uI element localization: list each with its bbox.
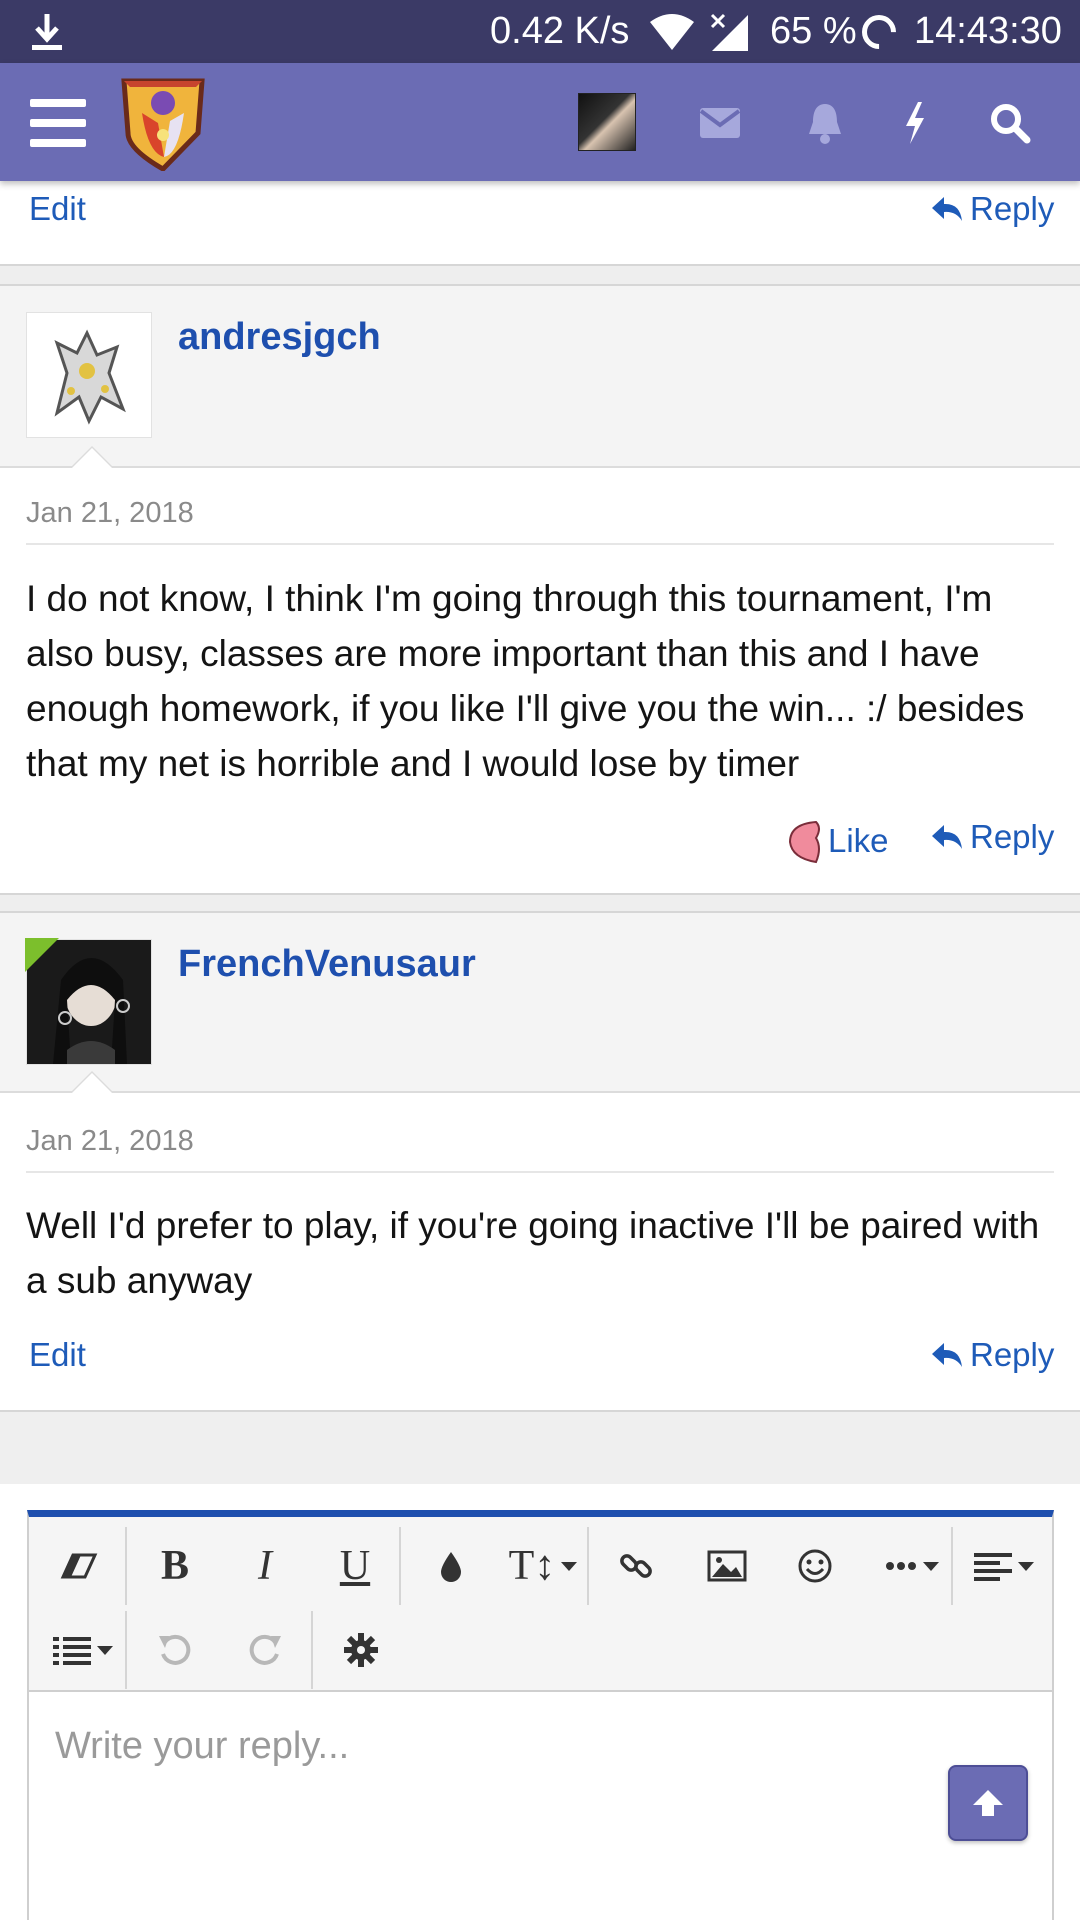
list-icon: [53, 1637, 91, 1665]
signal-icon: [708, 0, 750, 63]
color-drop-icon[interactable]: [411, 1531, 491, 1601]
online-badge: [25, 938, 59, 972]
section-separator: [0, 1410, 1080, 1484]
redo-icon[interactable]: [225, 1615, 305, 1685]
edit-link[interactable]: Edit: [29, 1336, 86, 1374]
menu-icon[interactable]: [30, 99, 86, 147]
post-body: I do not know, I think I'm going through…: [26, 578, 1025, 784]
gear-icon[interactable]: [321, 1615, 401, 1685]
download-icon: [30, 0, 64, 63]
bolt-icon[interactable]: [885, 93, 945, 153]
reply-label: Reply: [970, 818, 1055, 855]
reply-editor: B I U T↕ Write your reply...: [27, 1510, 1054, 1920]
search-icon[interactable]: [980, 93, 1040, 153]
reply-link[interactable]: Reply: [930, 1336, 1054, 1374]
arrow-up-icon: [973, 1790, 1003, 1816]
chevron-down-icon: [97, 1645, 113, 1655]
toolbar-separator: [125, 1611, 127, 1689]
reply-link[interactable]: Reply: [930, 818, 1054, 856]
italic-button[interactable]: I: [225, 1531, 305, 1601]
site-logo[interactable]: [118, 73, 208, 173]
divider: [26, 543, 1054, 545]
scroll-to-top-button[interactable]: [948, 1765, 1028, 1841]
like-label: Like: [828, 822, 889, 859]
image-icon[interactable]: [687, 1531, 767, 1601]
battery-level: 65 %: [770, 10, 857, 52]
network-speed: 0.42 K/s: [490, 10, 630, 52]
toolbar-separator: [951, 1527, 953, 1605]
bell-icon[interactable]: [795, 93, 855, 153]
undo-icon[interactable]: [135, 1615, 215, 1685]
bold-button[interactable]: B: [135, 1531, 215, 1601]
post-username[interactable]: FrenchVenusaur: [178, 943, 476, 986]
post-user-header: FrenchVenusaur: [0, 913, 1080, 1093]
post-date[interactable]: Jan 21, 2018: [26, 1125, 194, 1158]
like-link[interactable]: Like: [786, 818, 889, 864]
toolbar-separator: [125, 1527, 127, 1605]
status-bar: 0.42 K/s 65 % 14:43:30: [0, 0, 1080, 63]
chevron-down-icon: [1018, 1561, 1034, 1571]
reply-label: Reply: [970, 190, 1055, 227]
post-date[interactable]: Jan 21, 2018: [26, 497, 194, 530]
reply-icon: [932, 197, 962, 221]
toolbar-separator: [587, 1527, 589, 1605]
reply-input[interactable]: Write your reply...: [55, 1725, 349, 1768]
text-size-label: T↕: [508, 1543, 556, 1589]
reply-link[interactable]: Reply: [930, 190, 1054, 228]
avatar[interactable]: [25, 938, 152, 1065]
heart-icon: [788, 820, 820, 864]
toolbar-separator: [399, 1527, 401, 1605]
post-body: Well I'd prefer to play, if you're going…: [26, 1205, 1040, 1301]
avatar[interactable]: [26, 312, 152, 438]
clock: 14:43:30: [914, 10, 1062, 52]
align-button[interactable]: [959, 1531, 1049, 1601]
sync-icon: [854, 0, 904, 63]
smiley-icon[interactable]: [775, 1531, 855, 1601]
more-options-button[interactable]: [865, 1531, 959, 1601]
pointer-arrow: [70, 446, 114, 468]
post-separator: [0, 893, 1080, 913]
post-username[interactable]: andresjgch: [178, 316, 381, 359]
mail-icon[interactable]: [690, 93, 750, 153]
divider: [26, 1171, 1054, 1173]
editor-toolbar: B I U T↕: [29, 1517, 1052, 1692]
chevron-down-icon: [561, 1561, 578, 1571]
align-left-icon: [974, 1553, 1012, 1581]
list-button[interactable]: [39, 1615, 127, 1685]
chevron-down-icon: [923, 1561, 939, 1571]
wifi-icon: [648, 0, 696, 63]
eraser-icon[interactable]: [39, 1531, 119, 1601]
edit-link[interactable]: Edit: [29, 190, 86, 228]
reply-icon: [932, 825, 962, 849]
user-avatar[interactable]: [578, 93, 636, 151]
pointer-arrow: [70, 1071, 114, 1093]
app-header: [0, 63, 1080, 181]
post-separator: [0, 264, 1080, 286]
reply-icon: [932, 1343, 962, 1367]
reply-label: Reply: [970, 1336, 1055, 1373]
text-size-button[interactable]: T↕: [499, 1531, 587, 1601]
link-icon[interactable]: [597, 1531, 677, 1601]
more-icon: [886, 1562, 916, 1570]
underline-button[interactable]: U: [315, 1531, 395, 1601]
post-user-header: andresjgch: [0, 286, 1080, 468]
toolbar-separator: [311, 1611, 313, 1689]
